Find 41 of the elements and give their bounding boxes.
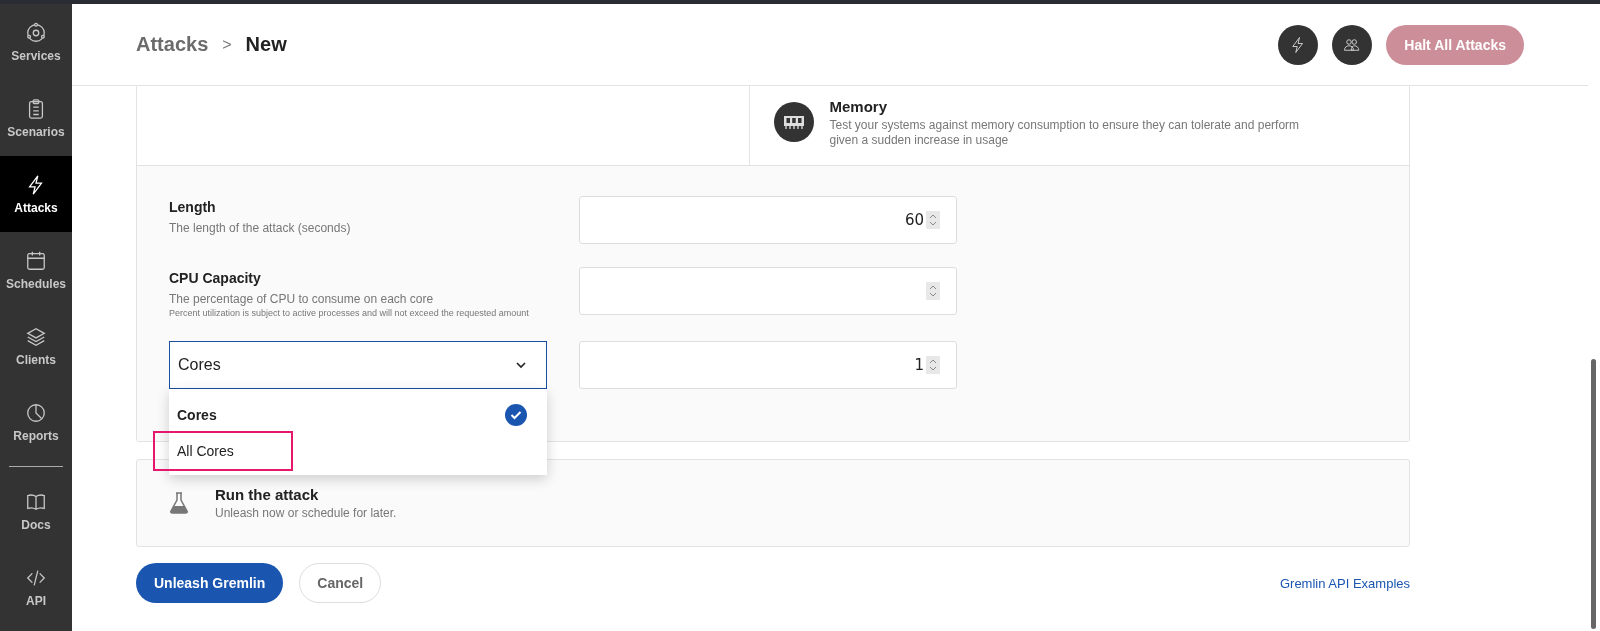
number-field[interactable]: 60 xyxy=(579,196,957,244)
number-field[interactable] xyxy=(579,267,957,315)
scrollbar-thumb[interactable] xyxy=(1591,359,1596,629)
sidebar-item[interactable]: Reports xyxy=(0,384,72,460)
team-button[interactable] xyxy=(1332,24,1373,65)
spinner-icon xyxy=(926,356,940,374)
spinner-icon xyxy=(926,211,940,229)
sidebar-item[interactable]: API xyxy=(0,549,72,625)
section-description: Unleash now or schedule for later. xyxy=(215,506,397,520)
section-title: Run the attack xyxy=(215,486,320,503)
calendar-icon xyxy=(25,249,47,272)
services-icon xyxy=(25,21,47,44)
dropdown-option[interactable]: Cores xyxy=(169,397,547,433)
dropdown-option[interactable]: All Cores xyxy=(155,433,291,469)
number-field[interactable]: 1 xyxy=(579,341,957,389)
attacks-button[interactable] xyxy=(1278,24,1319,65)
attack-type-description: Test your systems against memory consumption to ensure they can tolerate and perform given a sudden increase in usage xyxy=(829,118,1301,148)
breadcrumb-separator: > xyxy=(222,35,232,54)
memory-chip-icon xyxy=(773,102,814,142)
api-examples-link[interactable]: Gremlin API Examples xyxy=(1279,575,1410,591)
pie-chart-icon xyxy=(25,401,47,424)
attack-type-title: Memory xyxy=(829,98,889,115)
unleash-gremlin-button[interactable]: Unleash Gremlin xyxy=(136,563,284,603)
sidebar-item[interactable]: Docs xyxy=(0,473,72,549)
breadcrumb-link[interactable]: Attacks xyxy=(136,33,209,56)
checkmark-icon xyxy=(505,404,527,426)
spinner-icon xyxy=(926,282,940,300)
core-select[interactable]: Cores xyxy=(169,341,547,389)
sidebar-item[interactable]: Services xyxy=(0,4,72,80)
sidebar-item[interactable]: Schedules xyxy=(0,232,72,308)
field-label: CPU Capacity xyxy=(169,270,262,286)
field-description: The length of the attack (seconds) xyxy=(169,221,352,235)
sidebar-item[interactable]: Clients xyxy=(0,308,72,384)
field-label: Length xyxy=(169,199,217,215)
layers-icon xyxy=(25,325,47,348)
field-note: Percent utilization is subject to active processes and will not exceed the requested amount xyxy=(169,308,530,318)
sidebar-item[interactable]: Scenarios xyxy=(0,80,72,156)
page-title: New xyxy=(245,33,287,56)
flask-icon xyxy=(169,492,189,514)
sidebar-item[interactable]: Attacks xyxy=(0,156,72,232)
field-description: The percentage of CPU to consume on each core xyxy=(169,292,435,306)
